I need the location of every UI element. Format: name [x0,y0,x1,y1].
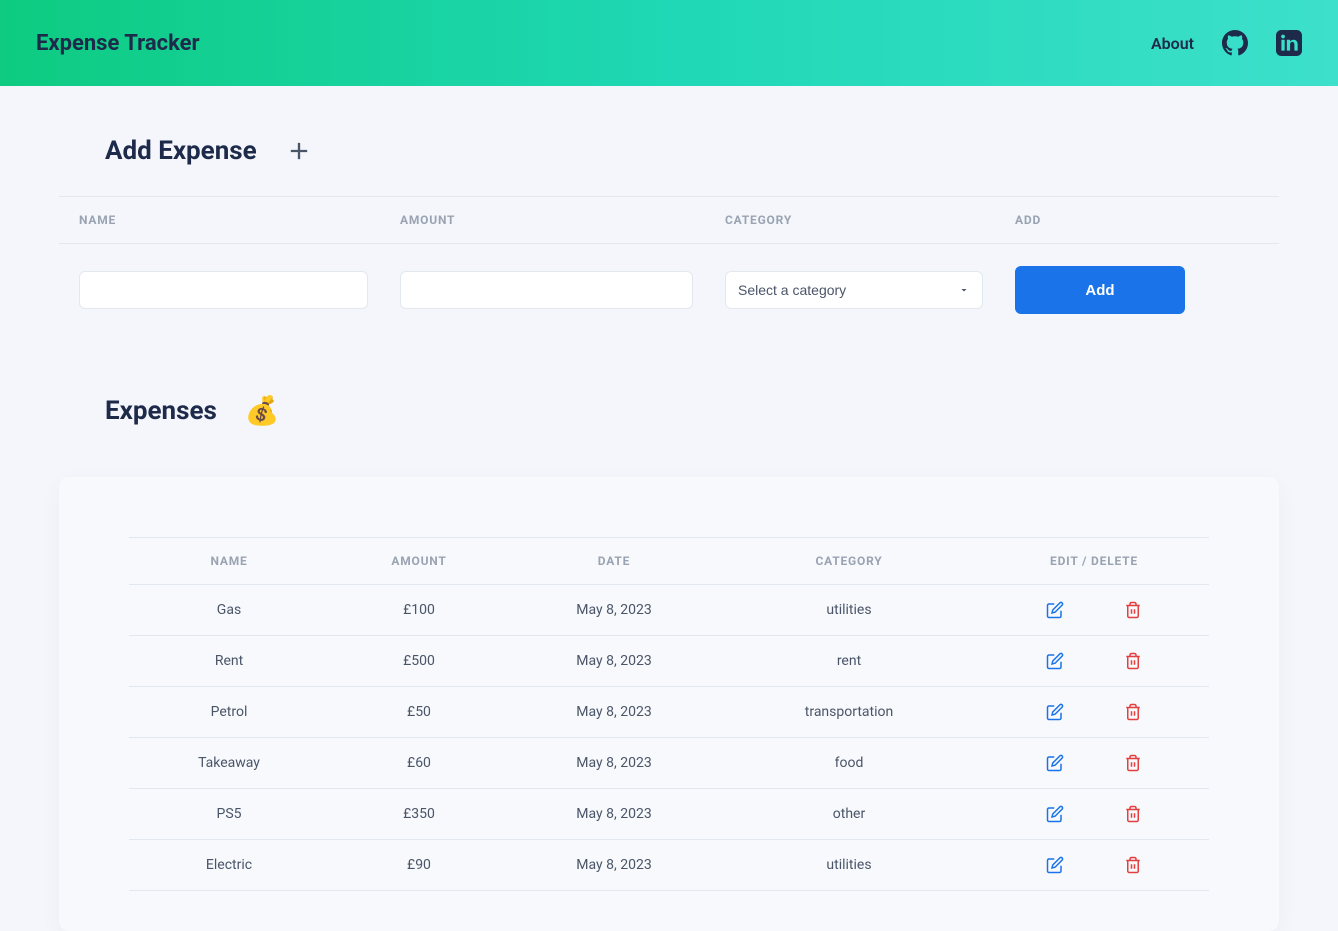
expense-date: May 8, 2023 [509,653,719,669]
expense-name: Petrol [129,704,329,720]
expense-actions [979,703,1209,721]
table-row: Takeaway£60May 8, 2023food [129,738,1209,789]
expense-header-row: NAME AMOUNT DATE CATEGORY EDIT / DELETE [129,537,1209,585]
expense-name: Electric [129,857,329,873]
expense-category: transportation [719,704,979,720]
expenses-title: Expenses [105,396,217,426]
category-select[interactable]: Select a category [725,271,983,309]
table-row: Rent£500May 8, 2023rent [129,636,1209,687]
expense-date: May 8, 2023 [509,755,719,771]
trash-icon[interactable] [1124,601,1142,619]
expense-col-date: DATE [509,554,719,568]
add-form-row: Select a category Add [59,244,1279,344]
money-bag-icon: 💰 [245,394,280,427]
expense-amount: £500 [329,653,509,669]
expense-category: utilities [719,857,979,873]
add-expense-table: NAME AMOUNT CATEGORY ADD Select a catego… [59,196,1279,344]
expense-category: rent [719,653,979,669]
plus-icon [285,137,313,165]
expense-actions [979,652,1209,670]
expense-col-actions: EDIT / DELETE [979,554,1209,568]
col-label-amount: AMOUNT [400,213,693,227]
add-button[interactable]: Add [1015,266,1185,314]
nav-right: About [1151,30,1302,56]
main-container: Add Expense NAME AMOUNT CATEGORY ADD Sel… [19,86,1319,931]
expense-amount: £60 [329,755,509,771]
expense-actions [979,754,1209,772]
add-expense-heading: Add Expense [59,86,1279,196]
expense-category: utilities [719,602,979,618]
expense-actions [979,805,1209,823]
trash-icon[interactable] [1124,703,1142,721]
expense-date: May 8, 2023 [509,806,719,822]
edit-icon[interactable] [1046,754,1064,772]
add-table-header: NAME AMOUNT CATEGORY ADD [59,196,1279,244]
edit-icon[interactable] [1046,703,1064,721]
table-row: PS5£350May 8, 2023other [129,789,1209,840]
expense-col-category: CATEGORY [719,554,979,568]
expense-col-amount: AMOUNT [329,554,509,568]
expense-category: food [719,755,979,771]
expense-amount: £50 [329,704,509,720]
expense-table: NAME AMOUNT DATE CATEGORY EDIT / DELETE … [129,537,1209,891]
table-row: Petrol£50May 8, 2023transportation [129,687,1209,738]
expenses-card: NAME AMOUNT DATE CATEGORY EDIT / DELETE … [59,477,1279,931]
brand-title: Expense Tracker [36,31,200,56]
expense-name: Takeaway [129,755,329,771]
expense-col-name: NAME [129,554,329,568]
col-label-add: ADD [1015,213,1263,227]
expense-name: Rent [129,653,329,669]
expense-date: May 8, 2023 [509,857,719,873]
expense-date: May 8, 2023 [509,602,719,618]
edit-icon[interactable] [1046,856,1064,874]
name-input[interactable] [79,271,368,309]
expense-category: other [719,806,979,822]
expense-rows-container: Gas£100May 8, 2023utilitiesRent£500May 8… [129,585,1209,891]
expenses-heading: Expenses 💰 [59,344,1279,457]
linkedin-icon[interactable] [1276,30,1302,56]
github-icon[interactable] [1222,30,1248,56]
expense-amount: £90 [329,857,509,873]
edit-icon[interactable] [1046,652,1064,670]
app-header: Expense Tracker About [0,0,1338,86]
expense-date: May 8, 2023 [509,704,719,720]
amount-input[interactable] [400,271,693,309]
table-row: Gas£100May 8, 2023utilities [129,585,1209,636]
expense-name: Gas [129,602,329,618]
trash-icon[interactable] [1124,652,1142,670]
trash-icon[interactable] [1124,805,1142,823]
expense-actions [979,601,1209,619]
col-label-category: CATEGORY [725,213,983,227]
expense-amount: £350 [329,806,509,822]
trash-icon[interactable] [1124,856,1142,874]
edit-icon[interactable] [1046,601,1064,619]
expense-name: PS5 [129,806,329,822]
about-link[interactable]: About [1151,34,1194,53]
trash-icon[interactable] [1124,754,1142,772]
col-label-name: NAME [79,213,368,227]
expense-amount: £100 [329,602,509,618]
add-expense-title: Add Expense [105,136,257,166]
edit-icon[interactable] [1046,805,1064,823]
expense-actions [979,856,1209,874]
table-row: Electric£90May 8, 2023utilities [129,840,1209,891]
